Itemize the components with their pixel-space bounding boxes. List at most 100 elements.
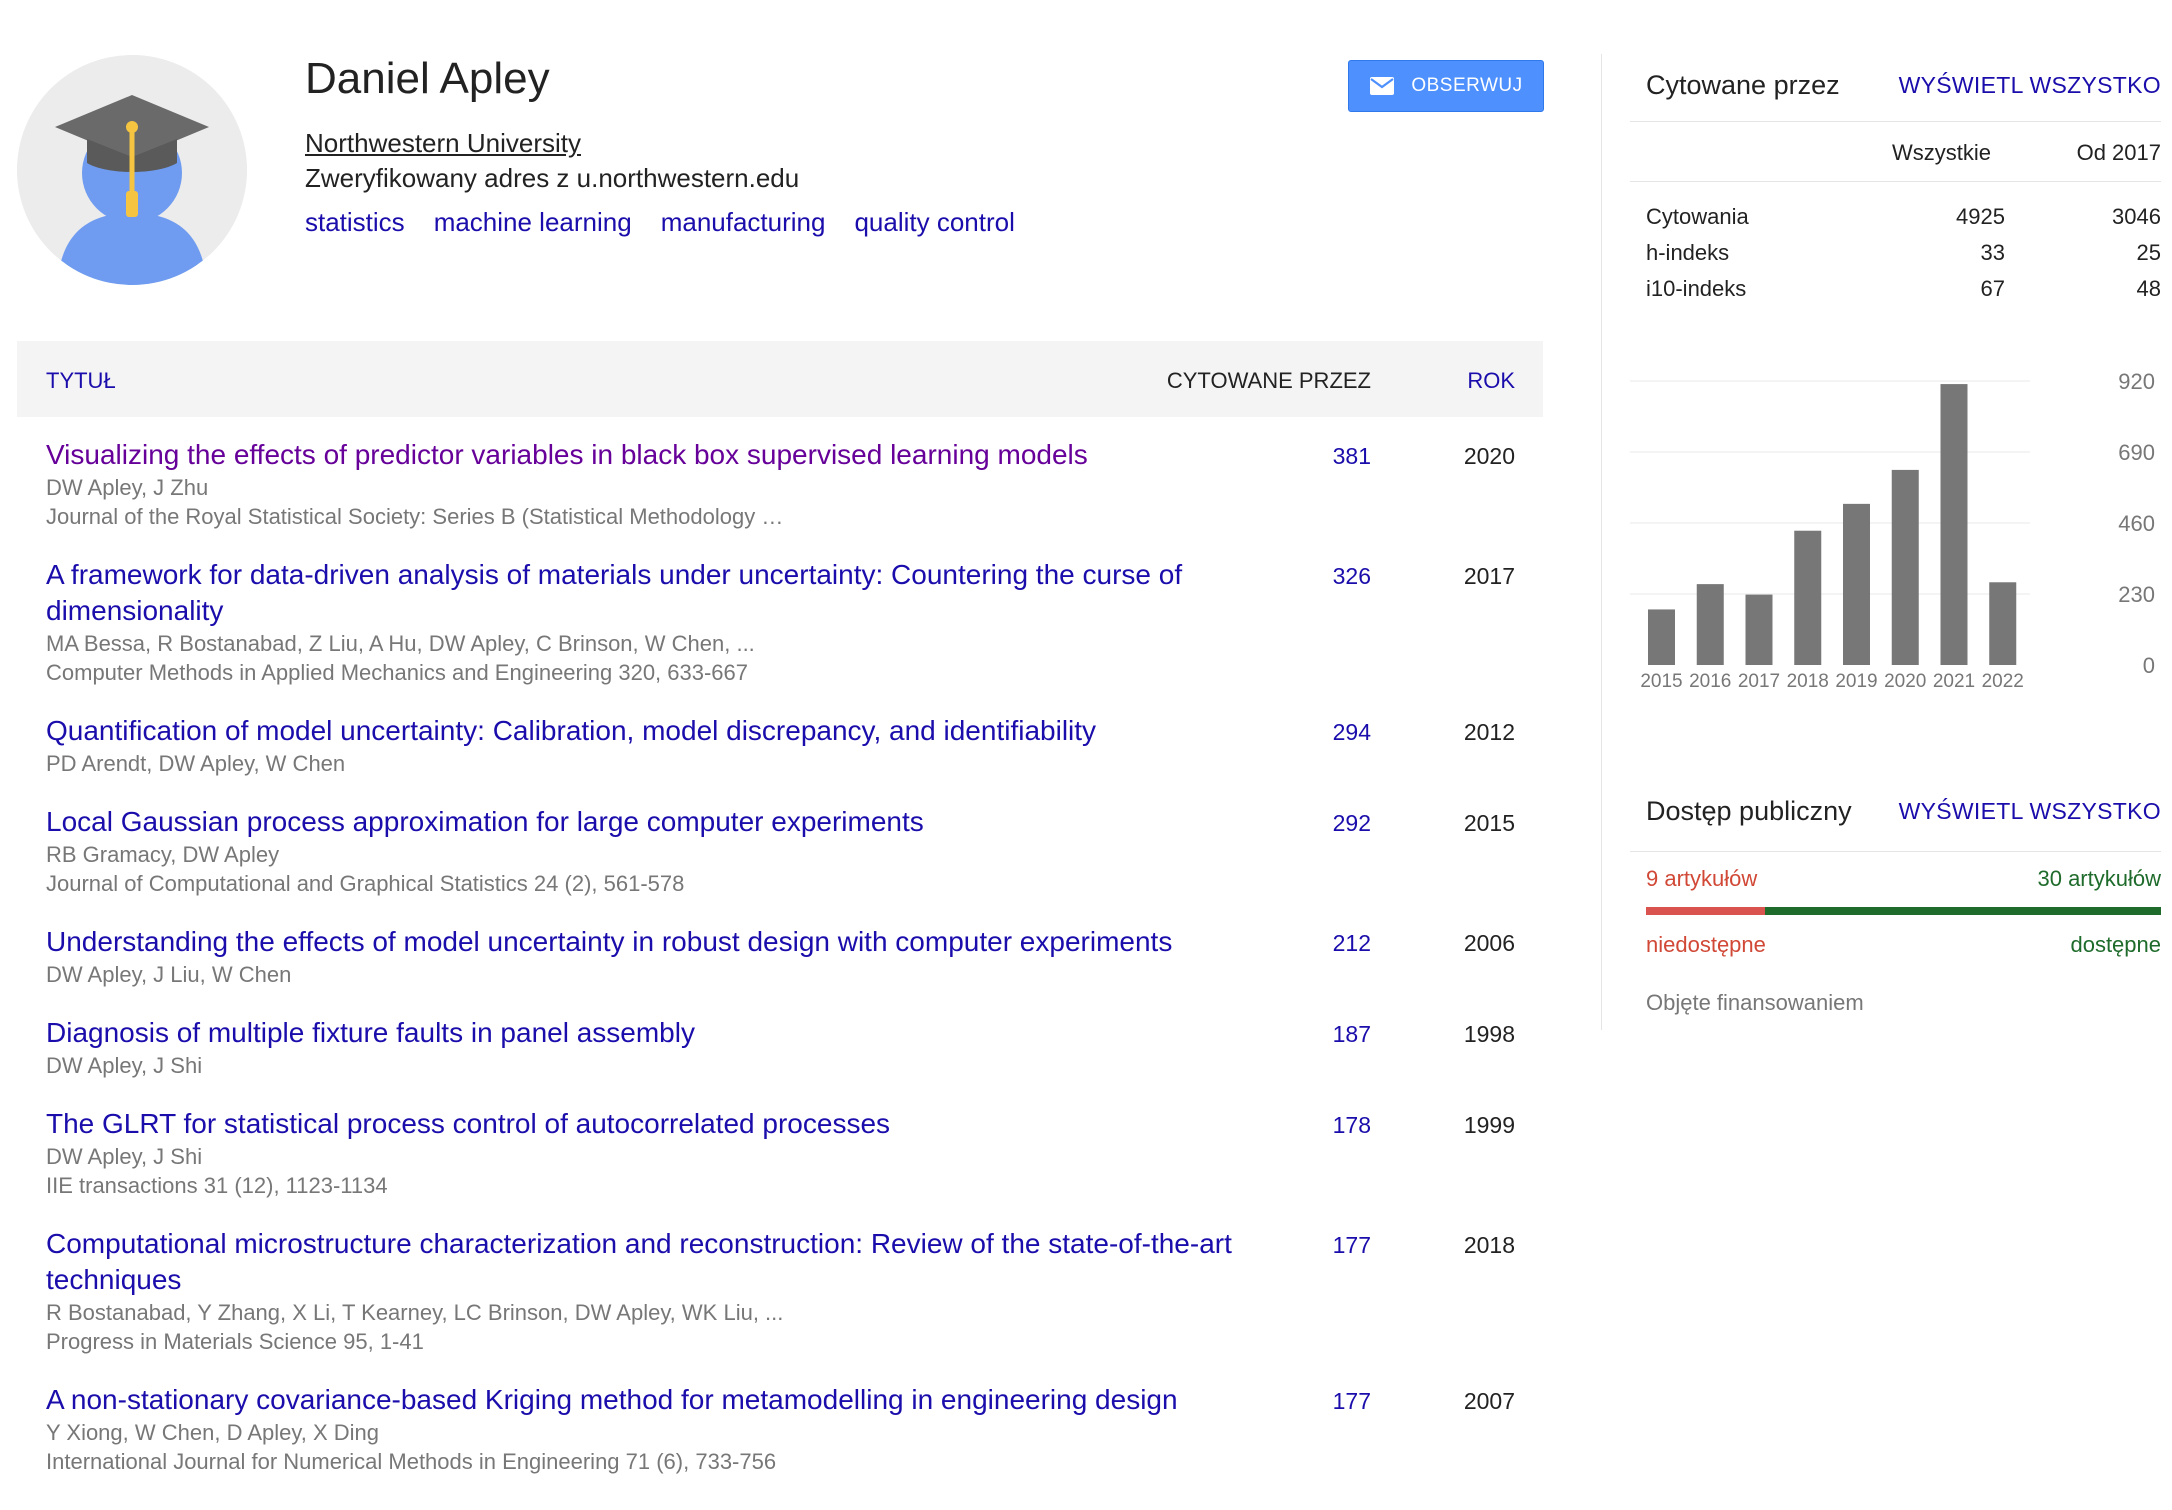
citation-bar-2015[interactable] [1648,609,1675,665]
funded-link[interactable]: Objęte finansowaniem [1646,990,1864,1016]
y-tick-label: 0 [2143,653,2155,678]
col-since-header: Od 2017 [2076,140,2161,165]
x-tick-label: 2016 [1689,671,1731,692]
profile-name: Daniel Apley [305,54,550,103]
article-title-link[interactable]: Diagnosis of multiple fixture faults in … [46,1015,1246,1051]
table-header: TYTUŁ CYTOWANE PRZEZ ROK [17,341,1543,417]
citation-bar-2016[interactable] [1696,584,1724,665]
article-year: 2020 [1463,443,1515,469]
stat-label: h-indeks [1646,240,1730,265]
envelope-icon [1370,77,1395,95]
affiliation-link[interactable]: Northwestern University [305,128,581,159]
citation-bar-2020[interactable] [1891,469,1919,665]
citations-bar-chart: 920 690 460 230 0 2015 2016 2017 2018 2019 2020 202… [1630,369,2155,692]
unavailable-count: 9 artykułów [1646,866,1758,891]
article-venue: Computer Methods in Applied Mechanics an… [46,660,749,685]
article-year: 2015 [1463,810,1515,836]
article-title-link[interactable]: Computational microstructure characteriz… [46,1226,1246,1298]
article-authors: DW Apley, J Zhu [46,475,209,500]
public-access-title: Dostęp publiczny [1646,796,1852,826]
article-row: Quantification of model uncertainty: Cal… [17,693,1543,784]
article-title-link[interactable]: The GLRT for statistical process control… [46,1106,1246,1142]
article-authors: DW Apley, J Liu, W Chen [46,962,292,987]
article-authors: R Bostanabad, Y Zhang, X Li, T Kearney, … [46,1300,784,1325]
stat-value-since: 48 [2136,276,2161,301]
article-cited-by-link[interactable]: 177 [1333,1388,1371,1415]
article-row: Diagnosis of multiple fixture faults in … [17,995,1543,1086]
article-year: 2012 [1463,719,1515,745]
stat-label: Cytowania [1646,204,1749,229]
article-year: 1998 [1463,1021,1515,1047]
article-title-link[interactable]: Quantification of model uncertainty: Cal… [46,713,1246,749]
public-access-view-all-link[interactable]: WYŚWIETL WSZYSTKO [1899,798,2161,825]
article-authors: DW Apley, J Shi [46,1053,203,1078]
follow-button[interactable]: OBSERWUJ [1348,60,1544,112]
interest-link-manufacturing[interactable]: manufacturing [661,207,826,238]
article-venue: Journal of Computational and Graphical S… [46,871,685,896]
article-venue: International Journal for Numerical Meth… [46,1449,777,1474]
profile-header: Daniel Apley Northwestern University Zwe… [0,0,1560,330]
article-cited-by-link[interactable]: 178 [1333,1112,1371,1139]
article-title-link[interactable]: Local Gaussian process approximation for… [46,804,1246,840]
article-cited-by-link[interactable]: 292 [1333,810,1371,837]
article-cited-by-link[interactable]: 212 [1333,930,1371,957]
x-tick-label: 2017 [1738,671,1780,692]
article-authors: Y Xiong, W Chen, D Apley, X Ding [46,1420,380,1445]
x-tick-label: 2022 [1982,671,2024,692]
cited-by-panel: Cytowane przez WYŚWIETL WSZYSTKO Wszystk… [1630,54,2161,308]
research-interests: statistics machine learning manufacturin… [305,207,1015,238]
article-venue: Journal of the Royal Statistical Society… [46,504,784,529]
interest-link-machine-learning[interactable]: machine learning [434,207,632,238]
article-cited-by-link[interactable]: 326 [1333,563,1371,590]
stats-table: Cytowania 4925 3046 h-indeks 33 25 i10-i… [1630,182,2161,308]
y-tick-label: 230 [2118,582,2155,607]
article-venue: IIE transactions 31 (12), 1123-1134 [46,1173,388,1198]
x-tick-label: 2018 [1787,671,1829,692]
x-tick-label: 2019 [1835,671,1877,692]
citation-bar-2018[interactable] [1794,530,1822,665]
article-row: The GLRT for statistical process control… [17,1086,1543,1206]
article-authors: PD Arendt, DW Apley, W Chen [46,751,346,776]
stat-row-i10-index: i10-indeks 67 48 [1630,272,2161,308]
cited-by-header: Cytowane przez WYŚWIETL WSZYSTKO [1630,54,2161,122]
article-cited-by-link[interactable]: 177 [1333,1232,1371,1259]
stats-column-headers: Wszystkie Od 2017 [1630,122,2161,182]
citation-bar-2019[interactable] [1843,503,1870,665]
article-cited-by-link[interactable]: 187 [1333,1021,1371,1048]
article-title-link[interactable]: A framework for data-driven analysis of … [46,557,1246,629]
articles-table: TYTUŁ CYTOWANE PRZEZ ROK Visualizing the… [17,341,1543,1482]
citations-per-year-chart: 920 690 460 230 0 2015 2016 2017 2018 2019 2020 202… [1630,365,2161,695]
article-cited-by-link[interactable]: 381 [1333,443,1371,470]
stat-value-all: 33 [1980,240,2005,265]
article-row: A non-stationary covariance-based Krigin… [17,1362,1543,1482]
interest-link-quality-control[interactable]: quality control [854,207,1014,238]
article-authors: DW Apley, J Shi [46,1144,203,1169]
interest-link-statistics[interactable]: statistics [305,207,405,238]
article-title-link[interactable]: Visualizing the effects of predictor var… [46,437,1246,473]
article-authors: RB Gramacy, DW Apley [46,842,280,867]
verified-email: Zweryfikowany adres z u.northwestern.edu [305,163,800,193]
y-tick-label: 460 [2118,511,2155,536]
unavailable-link[interactable]: niedostępne [1646,932,1766,958]
public-access-bar [1646,907,2161,915]
citation-bar-2021[interactable] [1940,384,1968,665]
cited-by-view-all-link[interactable]: WYŚWIETL WSZYSTKO [1899,72,2161,99]
x-tick-label: 2015 [1640,671,1682,692]
article-year: 2017 [1463,563,1515,589]
graduate-avatar-icon [17,55,247,285]
article-year: 2006 [1463,930,1515,956]
available-count: 30 artykułów [2037,866,2161,891]
article-title-link[interactable]: A non-stationary covariance-based Krigin… [46,1382,1246,1418]
article-row: Local Gaussian process approximation for… [17,784,1543,904]
x-tick-label: 2020 [1884,671,1926,692]
sort-by-title[interactable]: TYTUŁ [46,368,116,394]
available-link[interactable]: dostępne [2070,932,2161,958]
citation-bar-2022[interactable] [1989,582,2017,665]
article-venue: Progress in Materials Science 95, 1-41 [46,1329,424,1354]
article-year: 2007 [1463,1388,1515,1414]
article-cited-by-link[interactable]: 294 [1333,719,1371,746]
stat-label: i10-indeks [1646,276,1747,301]
citation-bar-2017[interactable] [1745,594,1773,665]
sort-by-year[interactable]: ROK [1467,368,1515,394]
article-title-link[interactable]: Understanding the effects of model uncer… [46,924,1246,960]
